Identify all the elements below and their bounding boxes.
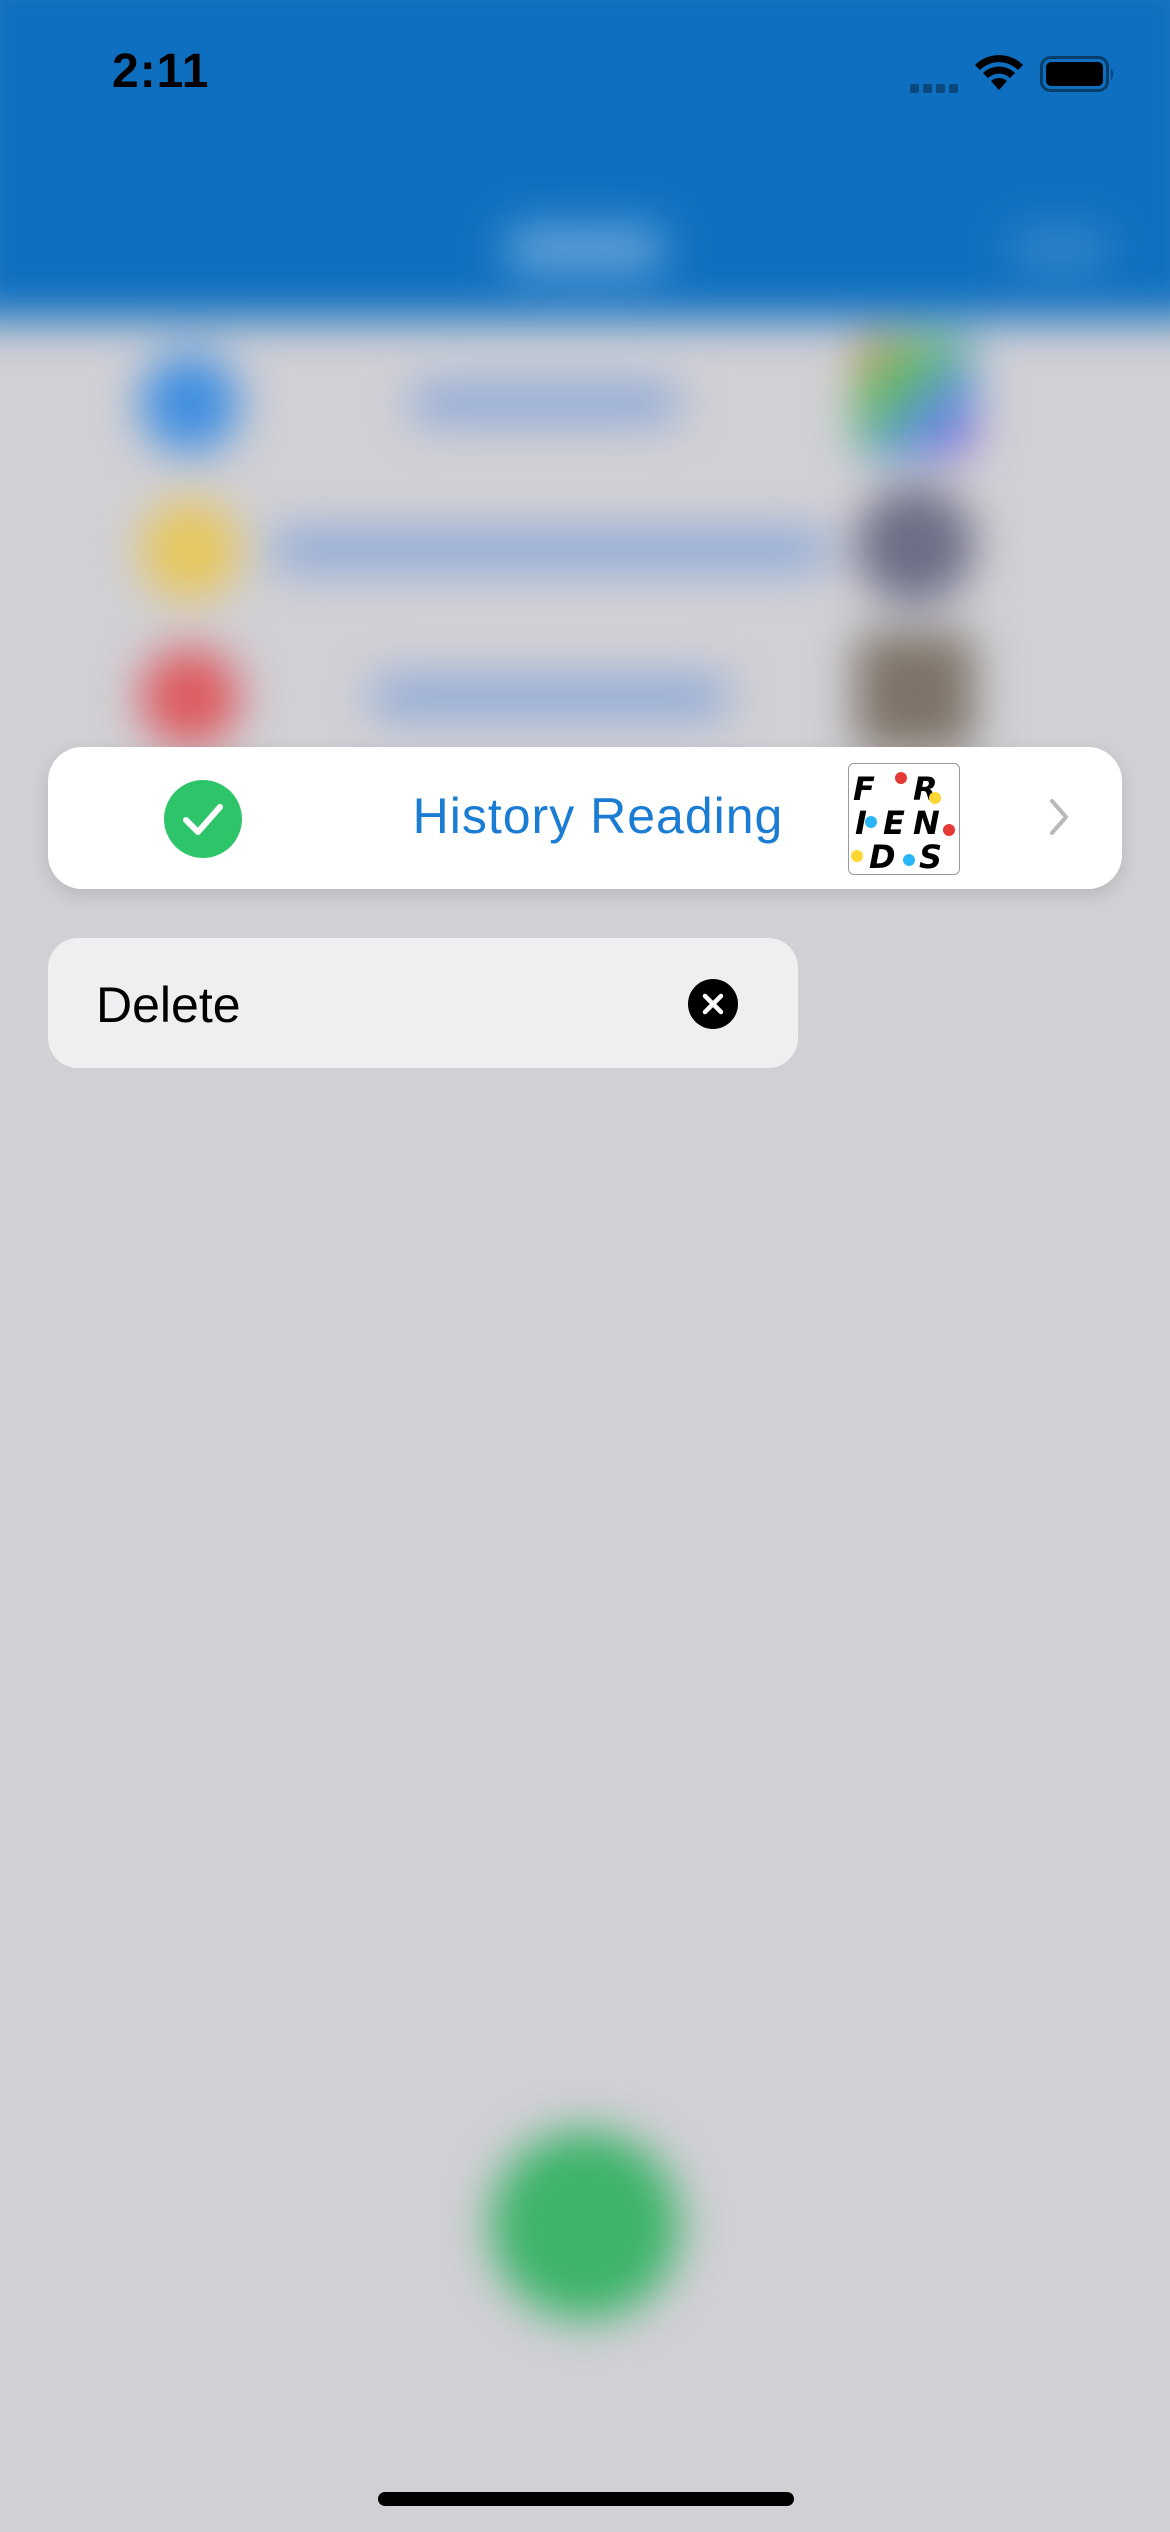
status-bar: 2:11 xyxy=(0,0,1170,150)
home-indicator[interactable] xyxy=(378,2492,794,2506)
blurred-row-thumbnail xyxy=(855,632,975,752)
blurred-status-dot xyxy=(140,647,240,747)
blurred-add-button xyxy=(490,2130,680,2320)
chevron-right-icon xyxy=(1050,799,1068,835)
blurred-nav-button xyxy=(1010,230,1110,270)
highlighted-list-row[interactable]: History Reading F R I E N D S xyxy=(48,747,1122,889)
wifi-icon xyxy=(975,55,1023,90)
svg-text:N: N xyxy=(913,804,940,842)
delete-label: Delete xyxy=(96,977,241,1033)
row-title: History Reading xyxy=(412,788,784,844)
blurred-row-title xyxy=(270,530,830,570)
checkmark-circle-icon xyxy=(164,780,242,858)
blurred-row-title xyxy=(410,383,680,423)
blurred-status-dot xyxy=(140,500,240,600)
svg-text:E: E xyxy=(883,804,905,842)
blurred-row-thumbnail xyxy=(855,338,975,458)
cellular-signal-icon xyxy=(910,80,962,93)
blurred-list-row xyxy=(0,318,1170,468)
friends-logo: F R I E N D S xyxy=(851,770,955,874)
svg-text:S: S xyxy=(919,838,942,874)
blurred-row-thumbnail xyxy=(855,485,975,605)
battery-icon xyxy=(1040,56,1113,92)
blurred-row-title xyxy=(370,677,730,717)
blurred-status-dot xyxy=(140,353,240,453)
svg-text:D: D xyxy=(869,838,896,874)
blurred-nav-title xyxy=(505,225,665,275)
blurred-list-row xyxy=(0,612,1170,762)
svg-text:F: F xyxy=(853,770,875,808)
status-time: 2:11 xyxy=(112,45,210,98)
friends-logo-thumbnail: F R I E N D S xyxy=(848,763,960,875)
xmark-circle-icon xyxy=(688,979,738,1029)
context-menu: Delete xyxy=(48,938,798,1068)
blurred-list-row xyxy=(0,465,1170,615)
blurred-background-app xyxy=(0,0,1170,2532)
